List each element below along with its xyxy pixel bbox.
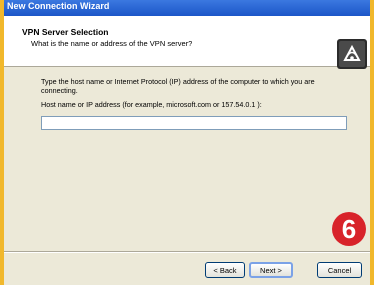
page-subtitle: What is the name or address of the VPN s… [31, 39, 193, 48]
vpn-wizard-icon [337, 39, 367, 69]
cancel-button[interactable]: Cancel [317, 262, 362, 278]
host-field-label: Host name or IP address (for example, mi… [41, 100, 262, 109]
back-button[interactable]: < Back [205, 262, 245, 278]
button-divider [4, 251, 370, 253]
wizard-header: VPN Server Selection What is the name or… [4, 16, 370, 69]
new-connection-wizard-window: New Connection Wizard VPN Server Selecti… [4, 0, 370, 285]
step-number-badge: 6 [332, 212, 366, 246]
title-bar[interactable]: New Connection Wizard [4, 0, 370, 16]
next-button[interactable]: Next > [249, 262, 293, 278]
instruction-text: Type the host name or Internet Protocol … [41, 77, 315, 95]
page-title: VPN Server Selection [22, 27, 109, 37]
host-name-input[interactable] [41, 116, 347, 130]
window-title: New Connection Wizard [7, 1, 110, 11]
